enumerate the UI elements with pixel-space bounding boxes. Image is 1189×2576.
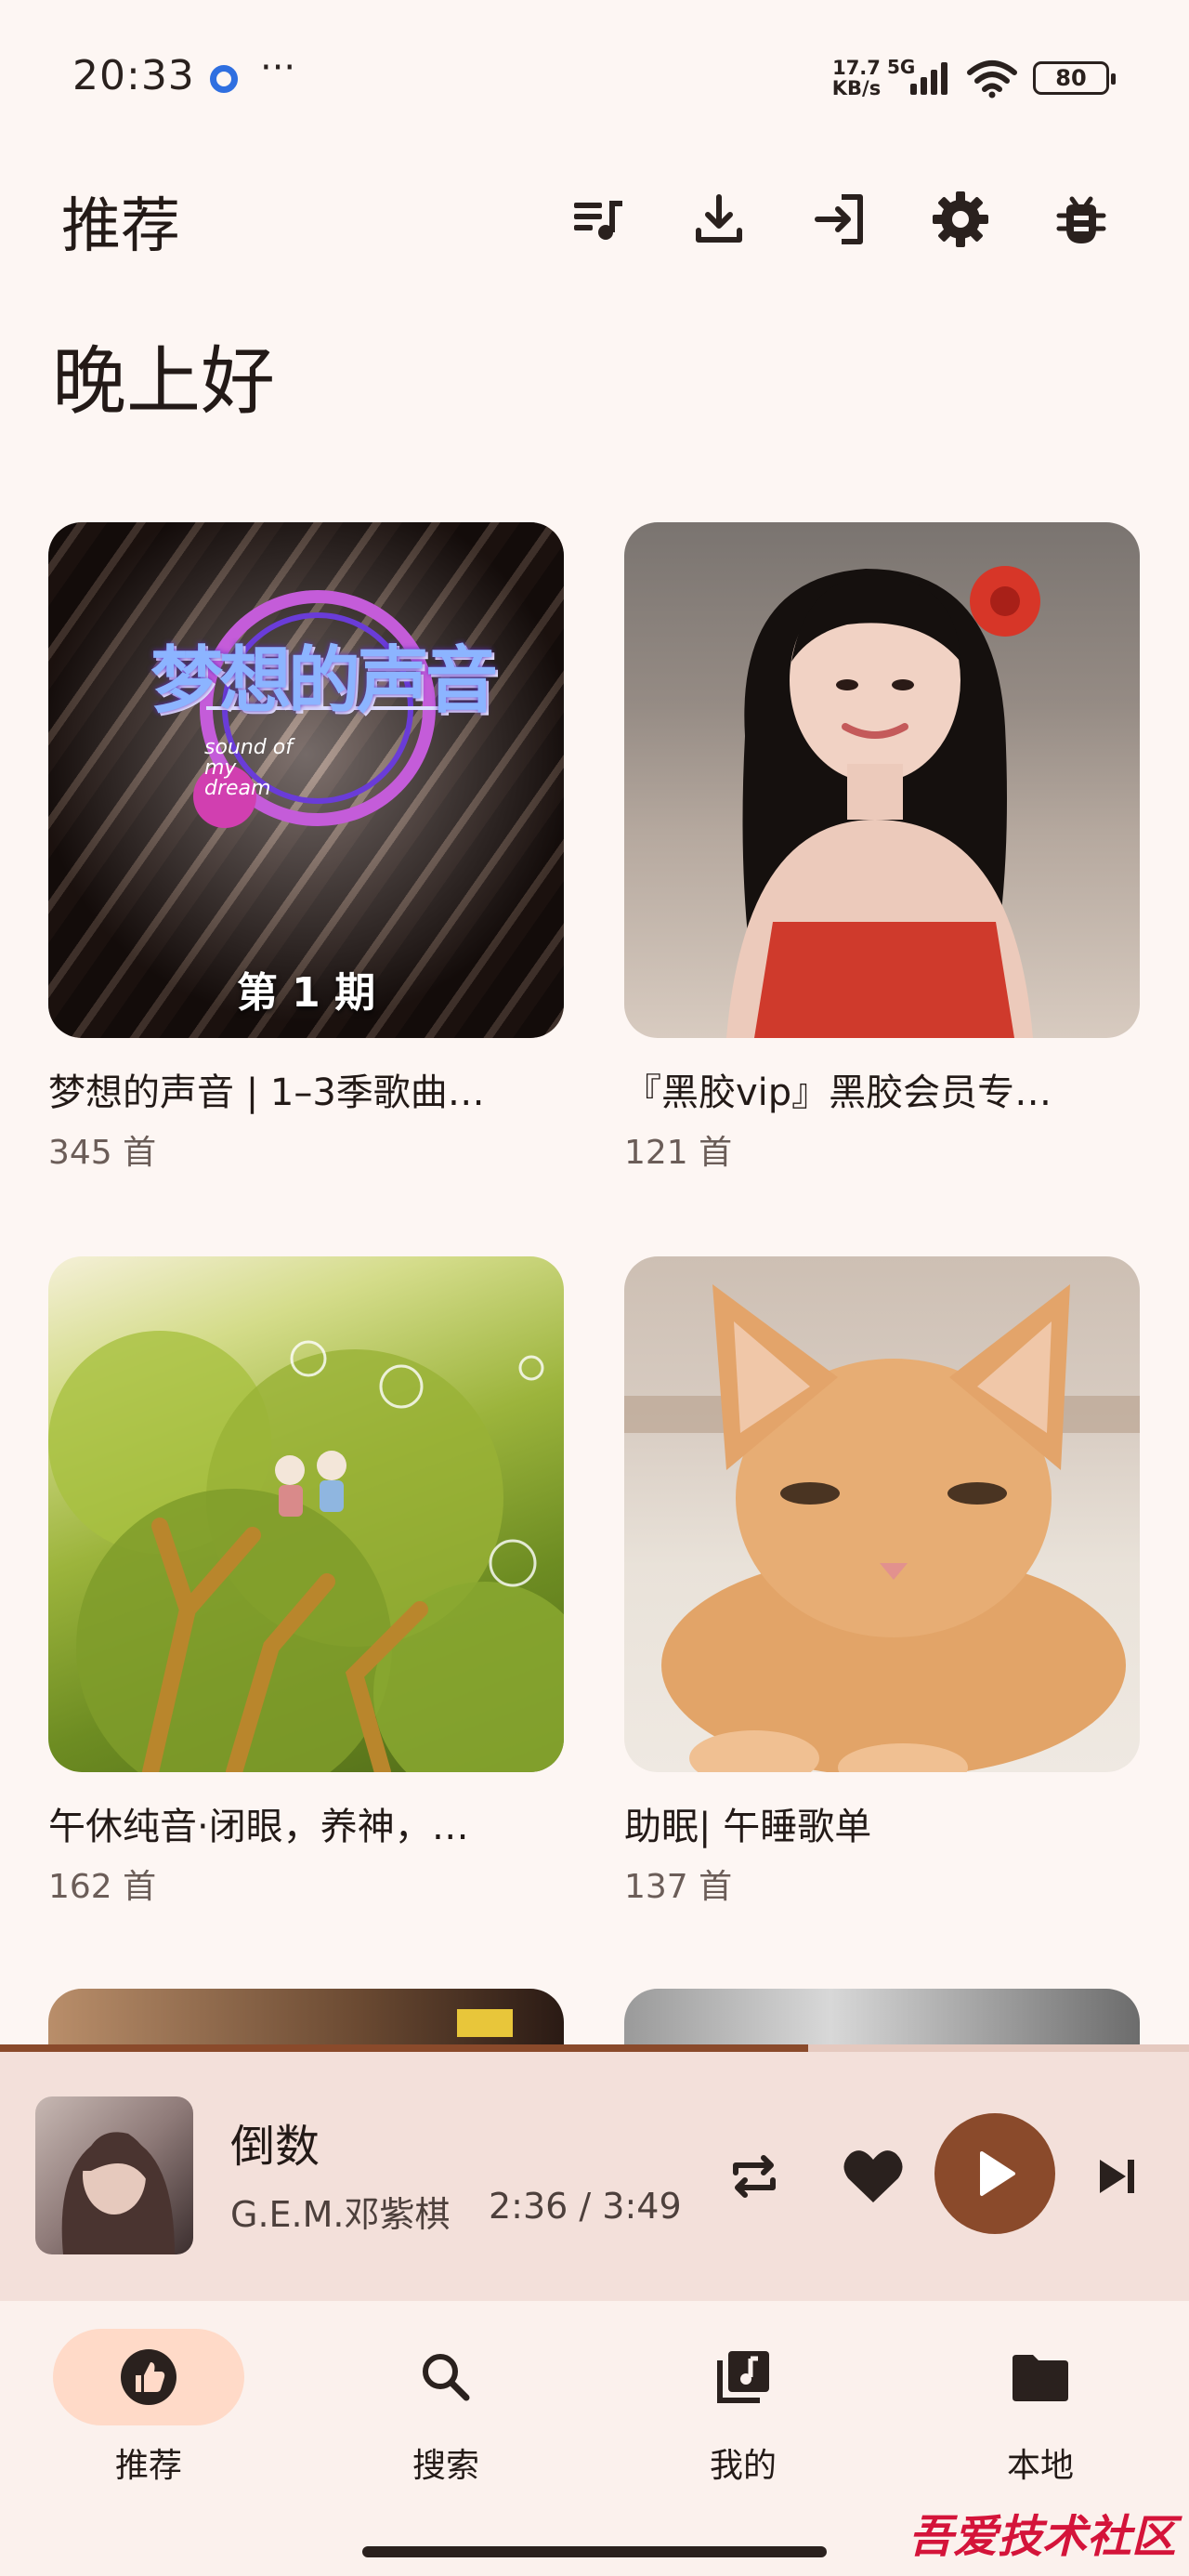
playlist-cover[interactable] <box>624 1256 1140 1772</box>
signal-icon <box>910 62 947 95</box>
search-icon <box>423 2354 470 2401</box>
nav-label: 我的 <box>709 2447 777 2485</box>
nav-pill[interactable] <box>647 2329 839 2425</box>
network-speed-value: 17.7 <box>832 57 881 79</box>
greeting: 晚上好 <box>52 338 275 425</box>
playlist-count: 162 首 <box>48 1868 157 1906</box>
gear-icon <box>933 191 988 247</box>
playlist-title: 助眠| 午睡歌单 <box>624 1806 872 1848</box>
thumb-up-icon <box>121 2349 176 2405</box>
playlist-cover[interactable] <box>48 1256 564 1772</box>
nav-label: 本地 <box>1006 2447 1074 2485</box>
nav-pill[interactable] <box>945 2329 1136 2425</box>
nav-item-local[interactable]: 本地 <box>938 2329 1143 2496</box>
playlist-icon <box>574 201 622 240</box>
song-time: 2:36 / 3:49 <box>489 2186 682 2227</box>
network-speed-unit: KB/s <box>831 77 882 99</box>
wifi-icon <box>967 60 1017 99</box>
status-bar: 20:33 ··· 17.7 KB/s 5G 80 <box>0 0 1189 158</box>
play-button[interactable] <box>934 2113 1055 2234</box>
playlist-cover[interactable]: 梦想的声音 sound of my dream 第 1 期 <box>48 522 564 1038</box>
album-art-image <box>61 2132 175 2254</box>
debug-button[interactable] <box>1044 182 1118 256</box>
cover-logo-subtext: sound of my dream <box>204 736 293 800</box>
nav-label: 推荐 <box>114 2447 182 2485</box>
playlist-count: 137 首 <box>624 1868 733 1906</box>
mini-player[interactable]: 倒数 G.E.M.邓紫棋 2:36 / 3:49 <box>0 2044 1189 2301</box>
folder-icon <box>1013 2355 1068 2401</box>
home-indicator[interactable] <box>362 2546 827 2557</box>
settings-button[interactable] <box>923 182 998 256</box>
network-speed: 17.7 KB/s <box>829 58 884 99</box>
nav-item-mine[interactable]: 我的 <box>641 2329 845 2496</box>
playback-progress-fill <box>0 2044 809 2052</box>
battery-indicator: 80 <box>1033 61 1116 95</box>
tree-illustration-image <box>48 1331 564 1772</box>
library-music-icon <box>717 2351 769 2403</box>
play-icon <box>980 2151 1015 2196</box>
next-button[interactable] <box>1081 2141 1152 2212</box>
playlist-cover-partial[interactable] <box>624 1989 1140 2044</box>
nav-label: 搜索 <box>412 2447 479 2485</box>
skip-next-icon <box>1100 2160 1134 2193</box>
cover-logo-text: 梦想的声音 <box>150 639 498 723</box>
status-more: ··· <box>260 46 296 89</box>
like-button[interactable] <box>834 2137 912 2215</box>
login-button[interactable] <box>803 182 877 256</box>
playlist-card[interactable]: 梦想的声音 sound of my dream 第 1 期 梦想的声音 | 1–… <box>48 522 564 1174</box>
playlist-cover[interactable] <box>624 522 1140 1038</box>
watermark: 吾爱技术社区 <box>908 2511 1176 2563</box>
playlist-cover-partial[interactable] <box>48 1989 564 2044</box>
playlist-button[interactable] <box>561 182 635 256</box>
playlist-title: 梦想的声音 | 1–3季歌曲… <box>48 1071 485 1114</box>
cover-episode-text: 第 1 期 <box>236 969 376 1017</box>
heart-icon <box>843 2150 903 2202</box>
nav-pill[interactable] <box>350 2329 542 2425</box>
nav-pill-active[interactable] <box>53 2329 244 2425</box>
status-time: 20:33 <box>72 52 195 99</box>
playlist-card[interactable]: 『黑胶vip』黑胶会员专… 121 首 <box>624 522 1140 1174</box>
playlist-count: 345 首 <box>48 1134 157 1172</box>
playlist-count: 121 首 <box>624 1134 733 1172</box>
nav-item-search[interactable]: 搜索 <box>344 2329 548 2496</box>
song-title: 倒数 <box>230 2121 320 2173</box>
now-playing-cover[interactable] <box>35 2096 193 2254</box>
nav-item-recommend[interactable]: 推荐 <box>46 2329 251 2496</box>
notification-dot-icon <box>210 65 238 93</box>
cat-photo-image <box>624 1284 1140 1772</box>
playlist-title: 『黑胶vip』黑胶会员专… <box>624 1071 1052 1114</box>
repeat-icon <box>733 2155 776 2198</box>
bug-icon <box>1056 196 1106 243</box>
playback-progress-bar[interactable] <box>0 2044 1189 2052</box>
playlist-card[interactable]: 助眠| 午睡歌单 137 首 <box>624 1256 1140 1908</box>
playlist-title: 午休纯音·闭眼，养神，… <box>48 1806 469 1848</box>
woman-portrait-image <box>726 566 1040 1038</box>
song-artist: G.E.M.邓紫棋 <box>230 2194 451 2235</box>
repeat-button[interactable] <box>715 2137 793 2215</box>
playlist-card[interactable]: 午休纯音·闭眼，养神，… 162 首 <box>48 1256 564 1908</box>
download-button[interactable] <box>682 182 756 256</box>
page-title: 推荐 <box>61 192 180 261</box>
login-icon <box>815 194 863 244</box>
download-icon <box>696 194 742 243</box>
